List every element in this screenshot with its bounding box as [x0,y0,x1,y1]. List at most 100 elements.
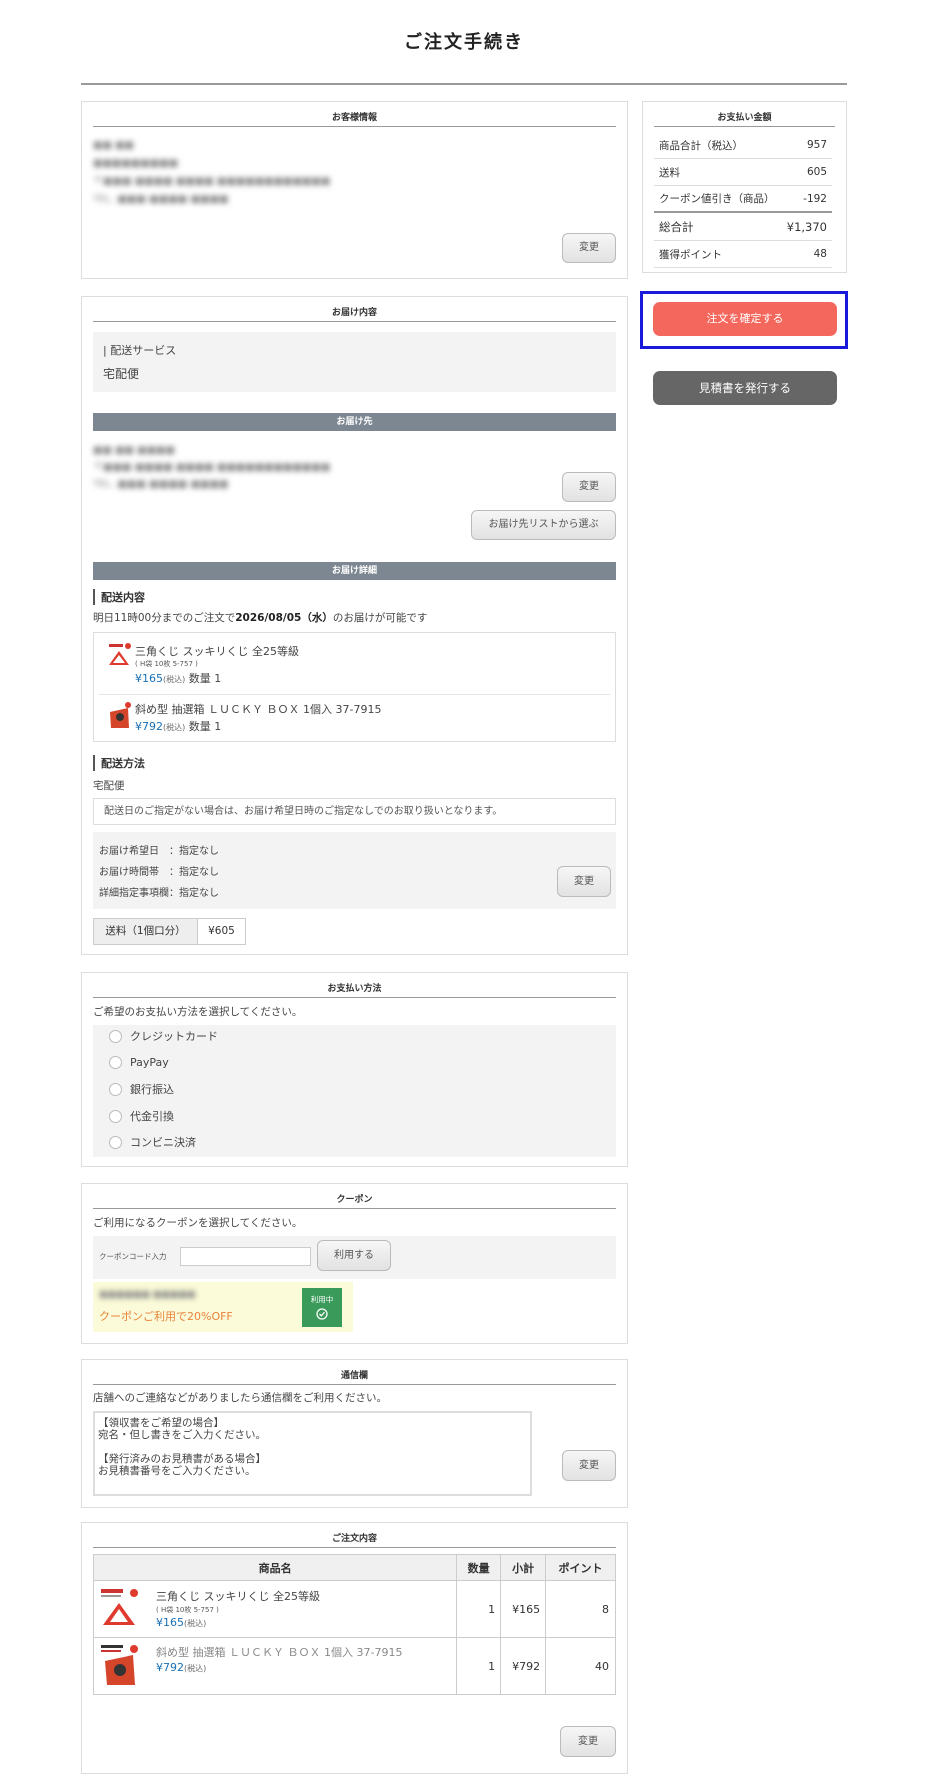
coupon-in-use-badge[interactable]: 利用中 [302,1288,342,1327]
delivery-method-note: 配送日のご指定がない場合は、お届け希望日時のご指定なしでのお取り扱いとなります。 [93,798,616,825]
column-header-qty: 数量 [456,1554,502,1581]
order-table: 商品名 数量 小計 ポイント 三角くじ スッキリくじ 全25等級 ( H袋 10… [92,1554,616,1695]
order-heading: ご注文内容 [93,1531,616,1548]
destination-tel: TEL. ■■■-■■■■-■■■■ [93,479,229,490]
column-header-name: 商品名 [92,1554,458,1581]
summary-heading: お支払い金額 [654,110,835,127]
coupon-panel: クーポン ご利用になるクーポンを選択してください。 クーポンコード入力 利用する… [81,1183,628,1344]
message-heading: 通信欄 [93,1368,616,1385]
kuji-product-thumbnail [107,643,131,671]
delivery-method-change-button[interactable]: 変更 [557,866,611,897]
radio-button[interactable] [109,1055,122,1069]
delivery-time: お届け時間帯 ：指定なし [99,867,219,878]
payment-option-label: コンビニ決済 [130,1136,196,1149]
summary-value: ¥1,370 [786,220,827,234]
delivery-notice-prefix: 明日11時00分までのご注文で [93,612,236,624]
destination-list-button[interactable]: お届け先リストから選ぶ [471,510,616,540]
payment-option-label: 代金引換 [130,1110,174,1123]
payment-option-credit[interactable]: クレジットカード [109,1027,218,1045]
payment-option-paypay[interactable]: PayPay [109,1053,169,1071]
radio-button[interactable] [109,1109,122,1123]
customer-name: ■■ ■■ [93,140,134,151]
radio-button[interactable] [109,1082,122,1096]
payment-option-cod[interactable]: 代金引換 [109,1107,174,1125]
delivery-method-value: 宅配便 [93,780,125,792]
coupon-in-use-label: 利用中 [310,1295,334,1304]
delivery-item: 斜め型 抽選箱 ＬＵＣＫＹ ＢＯＸ 1個入 37-7915 ¥792(税込) 数… [99,695,610,741]
delivery-item-name: 斜め型 抽選箱 ＬＵＣＫＹ ＢＯＸ 1個入 37-7915 [135,703,382,716]
coupon-apply-button[interactable]: 利用する [317,1240,391,1271]
customer-info-panel: お客様情報 ■■ ■■ ■■■■■■■■■ 〒■■■-■■■■ ■■■■ ■■■… [81,101,628,279]
issue-estimate-button[interactable]: 見積書を発行する [653,371,837,405]
order-change-button[interactable]: 変更 [560,1726,616,1757]
summary-row-subtotal: 商品合計（税込） 957 [654,132,832,159]
delivery-date-box: お届け希望日 ：指定なし お届け時間帯 ：指定なし 詳細指定事項欄：指定なし 変… [93,832,616,909]
payment-prompt: ご希望のお支払い方法を選択してください。 [93,1006,303,1018]
payment-panel: お支払い方法 ご希望のお支払い方法を選択してください。 クレジットカード Pay… [81,972,628,1167]
customer-info-heading: お客様情報 [93,110,616,127]
payment-option-label: PayPay [130,1055,169,1069]
delivery-panel: お届け内容 | 配送サービス 宅配便 お届け先 ■■ ■■ ■■■■ 〒■■■-… [81,296,628,955]
coupon-description: クーポンご利用で20%OFF [99,1310,233,1323]
summary-value: -192 [803,192,827,205]
delivery-items-box: 三角くじ スッキリくじ 全25等級 ( H袋 10枚 5-757 ) ¥165 (… [93,632,616,742]
destination-name: ■■ ■■ ■■■■ [93,445,175,456]
order-item-subtotal: ¥165 [500,1580,547,1638]
order-item-qty: 1 [456,1580,502,1638]
message-line: 宛名・但し書きをご入力ください。 [98,1429,266,1441]
order-item-points: 40 [545,1637,616,1695]
delivery-service-label: | 配送サービス [103,344,177,357]
destination-address-block: ■■ ■■ ■■■■ 〒■■■-■■■■ ■■■■ ■■■■■■■■■■■■ T… [93,442,330,493]
coupon-code-input[interactable] [180,1247,311,1266]
radio-button[interactable] [109,1029,122,1043]
message-panel: 通信欄 店舗へのご連絡などがありましたら通信欄をご利用ください。 【領収書をご希… [81,1359,628,1508]
order-item-tax: (税込) [184,1619,207,1628]
order-item-name: 三角くじ スッキリくじ 全25等級 [156,1590,320,1603]
delivery-item-qty: 数量 1 [188,672,222,685]
delivery-method-title: 配送方法 [93,755,145,771]
coupon-heading: クーポン [93,1192,616,1209]
kuji-product-thumbnail [99,1587,139,1631]
delivery-notice-suffix: のお届けが可能です [332,612,428,624]
summary-label: 獲得ポイント [659,248,722,261]
radio-button[interactable] [109,1135,122,1149]
payment-option-bank[interactable]: 銀行振込 [109,1080,174,1098]
customer-tel: TEL. ■■■-■■■■-■■■■ [93,194,229,205]
order-item-price: ¥165 [156,1616,184,1629]
summary-value: 957 [806,139,827,151]
coupon-code-label: クーポンコード入力 [99,1252,167,1261]
message-change-button[interactable]: 変更 [562,1450,616,1481]
summary-label: 送料 [659,166,680,179]
summary-label: 商品合計（税込） [659,139,743,152]
summary-label: 総合計 [659,220,694,234]
delivery-content-title: 配送内容 [93,589,145,605]
order-table-header: 商品名 数量 小計 ポイント [92,1554,616,1581]
delivery-item-name: 三角くじ スッキリくじ 全25等級 [135,645,299,658]
destination-bar: お届け先 [93,413,616,431]
delivery-item-sub: ( H袋 10枚 5-757 ) [135,660,198,668]
message-prompt: 店舗へのご連絡などがありましたら通信欄をご利用ください。 [93,1392,387,1404]
order-item-tax: (税込) [184,1664,207,1673]
customer-change-button[interactable]: 変更 [562,233,616,263]
order-item-price-line: ¥165(税込) [156,1616,206,1629]
delivery-date: お届け希望日 ：指定なし [99,846,219,857]
message-textarea[interactable]: 【領収書をご希望の場合】 宛名・但し書きをご入力ください。 【発行済みのお見積書… [93,1411,532,1496]
message-line: お見積書番号をご入力ください。 [98,1465,256,1477]
confirm-order-button[interactable]: 注文を確定する [653,302,837,336]
destination-address: 〒■■■-■■■■ ■■■■ ■■■■■■■■■■■■ [93,462,331,473]
summary-row-points: 獲得ポイント 48 [654,241,832,268]
delivery-service-value: 宅配便 [103,367,140,381]
destination-change-button[interactable]: 変更 [562,472,616,502]
order-panel: ご注文内容 商品名 数量 小計 ポイント 三角くじ スッキリくじ 全25等級 (… [81,1522,628,1774]
delivery-item: 三角くじ スッキリくじ 全25等級 ( H袋 10枚 5-757 ) ¥165(… [99,633,610,695]
customer-address: 〒■■■-■■■■ ■■■■ ■■■■■■■■■■■■ [93,176,331,187]
payment-options-box: クレジットカード PayPay 銀行振込 代金引換 コンビニ決済 [93,1025,616,1157]
delivery-item-price: ¥165 [135,672,163,685]
applied-coupon-card: ■■■■■■ ■■■■■ クーポンご利用で20%OFF 利用中 [93,1282,353,1332]
lucky-box-thumbnail [107,702,131,730]
delivery-item-tax: (税込) [163,723,186,732]
delivery-item-price-line: ¥792(税込) 数量 1 [135,718,221,734]
delivery-heading: お届け内容 [93,305,616,322]
payment-option-convenience[interactable]: コンビニ決済 [109,1133,196,1151]
delivery-notice-date: 2026/08/05（水） [235,612,333,624]
